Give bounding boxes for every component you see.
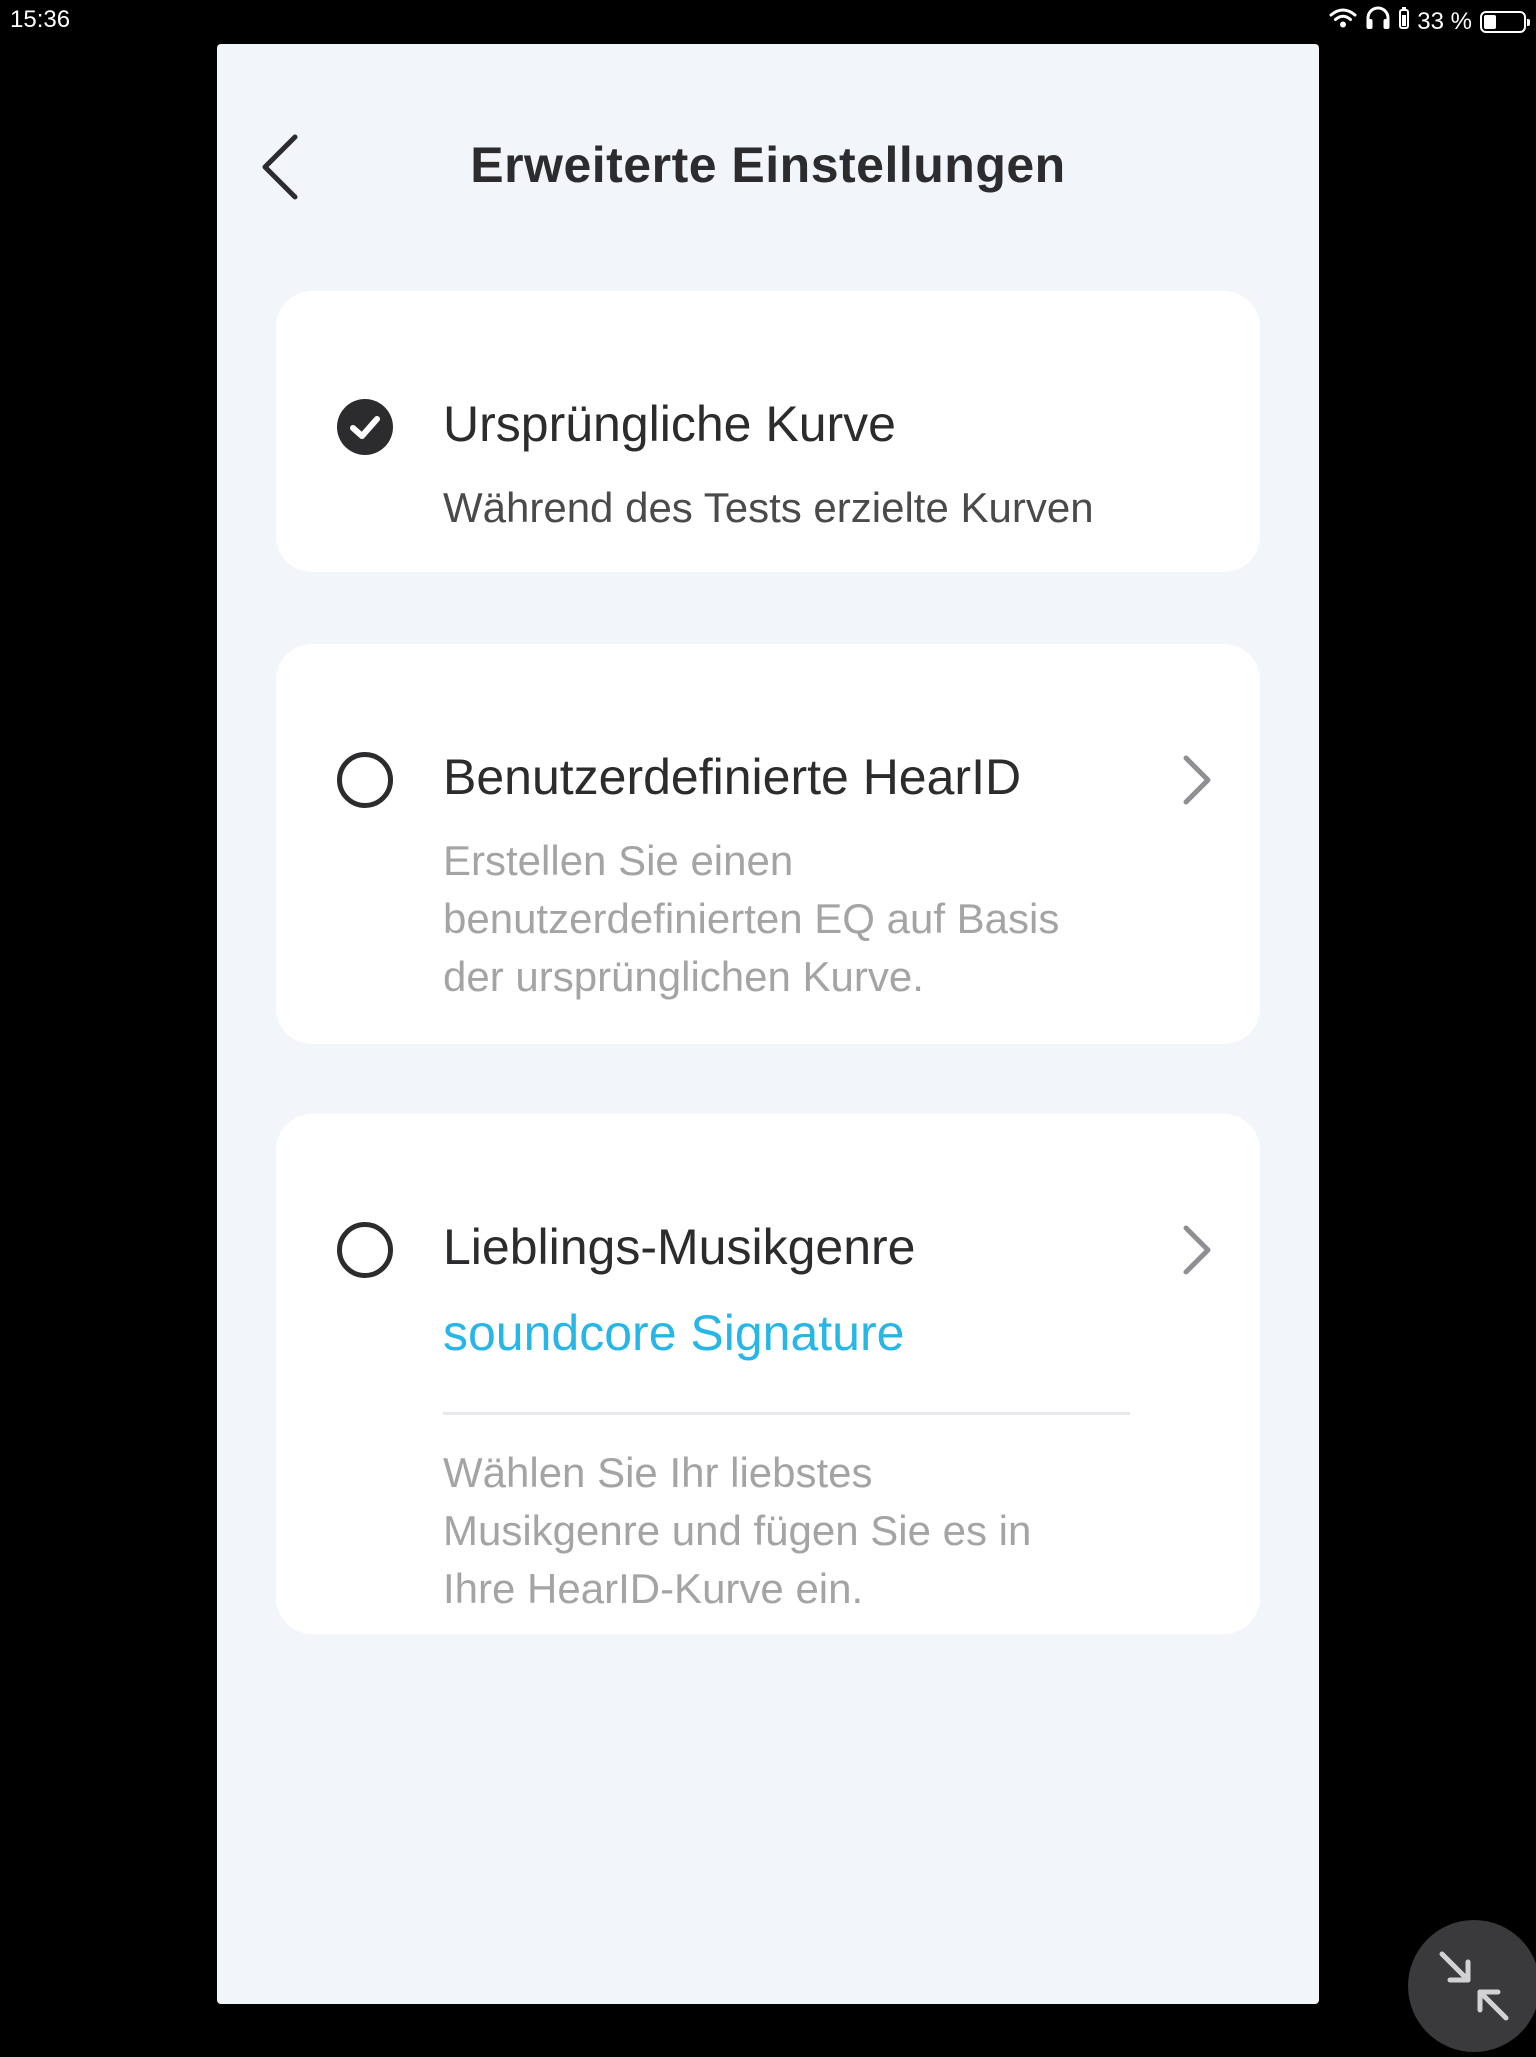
headphones-battery-icon xyxy=(1399,7,1410,36)
check-circle-icon[interactable] xyxy=(337,399,393,455)
description-line: Erstellen Sie einen xyxy=(443,837,794,884)
option-description: Wählen Sie Ihr liebstes Musikgenre und f… xyxy=(443,1444,1031,1618)
wifi-icon xyxy=(1329,7,1357,36)
option-custom-hearid[interactable]: Benutzerdefinierte HearID Erstellen Sie … xyxy=(276,644,1260,1044)
status-bar: 15:36 33 % xyxy=(0,0,1536,40)
description-line: benutzerdefinierten EQ auf Basis xyxy=(443,895,1060,942)
radio-button[interactable] xyxy=(337,1222,393,1278)
option-title: Benutzerdefinierte HearID xyxy=(443,749,1022,805)
option-title: Lieblings-Musikgenre xyxy=(443,1219,916,1275)
option-original-curve[interactable]: Ursprüngliche Kurve Während des Tests er… xyxy=(276,291,1260,572)
radio-button[interactable] xyxy=(337,752,393,808)
option-title: Ursprüngliche Kurve xyxy=(443,396,896,452)
description-line: der ursprünglichen Kurve. xyxy=(443,953,924,1000)
option-favorite-genre[interactable]: Lieblings-Musikgenre soundcore Signature… xyxy=(276,1114,1260,1634)
description-line: Musikgenre und fügen Sie es in xyxy=(443,1507,1032,1554)
description-line: Wählen Sie Ihr liebstes xyxy=(443,1449,873,1496)
minimize-arrows-icon xyxy=(1439,1951,1509,2021)
chevron-right-icon xyxy=(1176,750,1216,810)
minimize-button[interactable] xyxy=(1408,1920,1536,2052)
page-title: Erweiterte Einstellungen xyxy=(470,137,1066,193)
selected-genre-value[interactable]: soundcore Signature xyxy=(443,1304,904,1362)
battery-percentage: 33 % xyxy=(1417,7,1472,35)
option-description: Erstellen Sie einen benutzerdefinierten … xyxy=(443,832,1059,1006)
status-time: 15:36 xyxy=(10,6,71,33)
status-indicators: 33 % xyxy=(1329,6,1530,37)
description-line: Ihre HearID-Kurve ein. xyxy=(443,1565,864,1612)
option-description: Während des Tests erzielte Kurven xyxy=(443,484,1094,531)
divider xyxy=(443,1412,1130,1415)
chevron-right-icon xyxy=(1176,1220,1216,1280)
battery-icon xyxy=(1480,10,1530,33)
headphones-icon xyxy=(1365,6,1391,37)
app-panel: Erweiterte Einstellungen Ursprüngliche K… xyxy=(217,44,1319,2004)
